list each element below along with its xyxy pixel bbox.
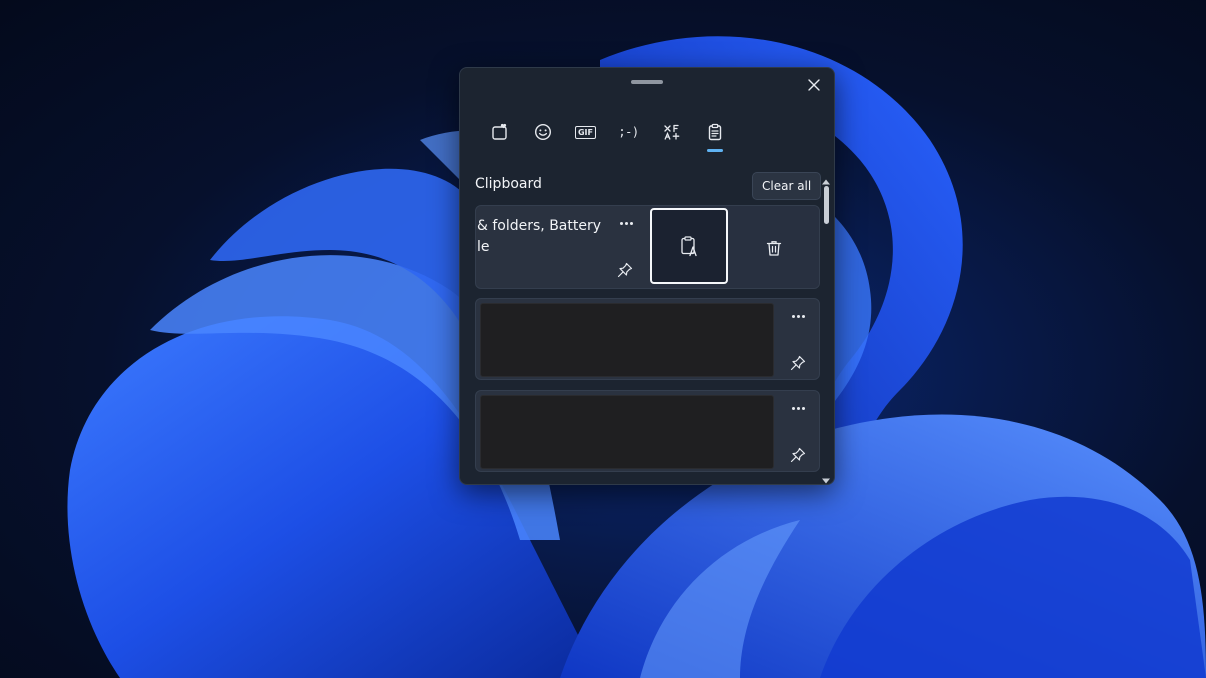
tab-emoji-stickers[interactable]	[478, 114, 521, 150]
pin-icon	[617, 262, 633, 278]
emoji-clipboard-panel: GIF ;-) Clipboard Clear all & folders, B…	[459, 67, 835, 485]
more-options-button[interactable]	[786, 307, 810, 325]
more-dots-icon	[619, 221, 623, 225]
emoji-sticker-icon	[491, 123, 507, 140]
pin-icon	[790, 447, 806, 463]
scrollbar-thumb[interactable]	[824, 186, 829, 224]
clipboard-icon	[708, 123, 721, 141]
clipboard-item-text: & folders, Battery le	[477, 218, 602, 255]
pin-button[interactable]	[788, 445, 808, 465]
more-options-button[interactable]	[614, 214, 638, 232]
panel-tabs: GIF ;-)	[478, 114, 736, 152]
tab-gif[interactable]: GIF	[564, 114, 607, 150]
scroll-up-arrow[interactable]	[821, 172, 831, 185]
clear-all-button[interactable]: Clear all	[752, 172, 822, 200]
tab-emoji[interactable]	[521, 114, 564, 150]
close-icon	[808, 79, 820, 91]
paste-as-plain-text-button[interactable]	[650, 208, 728, 284]
pin-button[interactable]	[788, 353, 808, 373]
smiley-icon	[534, 123, 551, 141]
tab-kaomoji[interactable]: ;-)	[607, 114, 650, 150]
pin-icon	[790, 355, 806, 371]
pin-button[interactable]	[615, 260, 635, 280]
symbols-icon	[663, 124, 679, 140]
paste-as-plain-text-icon	[681, 236, 697, 257]
scroll-down-arrow[interactable]	[821, 471, 831, 484]
drag-handle[interactable]	[631, 80, 663, 84]
delete-item-button[interactable]	[762, 236, 786, 260]
tab-symbols[interactable]	[650, 114, 693, 150]
clipboard-item[interactable]	[475, 298, 820, 380]
section-title: Clipboard	[475, 176, 542, 192]
more-options-button[interactable]	[786, 399, 810, 417]
tab-clipboard[interactable]	[693, 114, 736, 152]
more-dots-icon	[791, 314, 795, 318]
clipboard-image-thumbnail	[480, 395, 774, 469]
caret-down-icon	[822, 478, 830, 484]
kaomoji-icon: ;-)	[618, 125, 639, 139]
gif-icon: GIF	[574, 125, 596, 139]
trash-icon	[766, 241, 782, 256]
clipboard-image-thumbnail	[480, 303, 774, 377]
clipboard-item[interactable]	[475, 390, 820, 472]
more-dots-icon	[791, 406, 795, 410]
close-button[interactable]	[802, 73, 826, 97]
